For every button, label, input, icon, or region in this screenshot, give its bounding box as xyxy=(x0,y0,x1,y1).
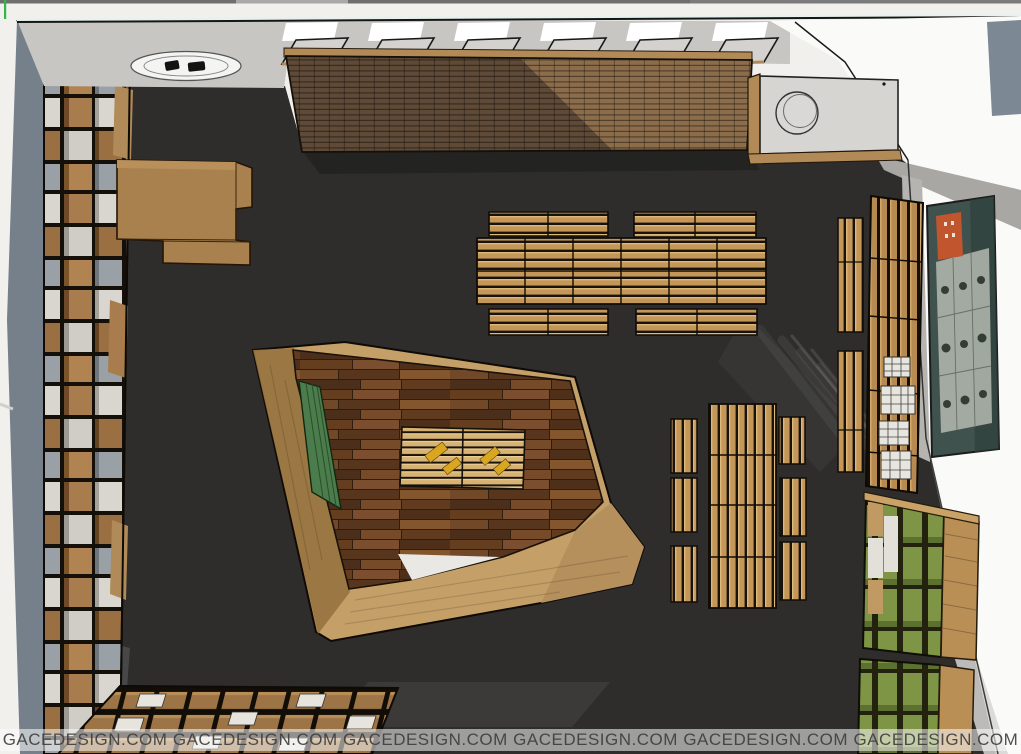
platform-display-table xyxy=(400,427,525,489)
watermark-text: GACEDESIGN.COM xyxy=(853,730,1018,750)
left-shelf-column xyxy=(44,48,133,754)
long-table xyxy=(709,404,776,608)
bench xyxy=(671,546,697,602)
bench xyxy=(489,309,608,335)
sketchup-green-axis xyxy=(4,0,6,22)
poster-red-seal xyxy=(936,212,963,260)
ceiling-light-fixture xyxy=(131,52,241,81)
watermark-text: GACEDESIGN.COM xyxy=(3,730,168,750)
watermark-text: GACEDESIGN.COM xyxy=(683,730,848,750)
bench xyxy=(779,417,805,464)
ceiling-speaker-icon xyxy=(188,61,206,72)
render-canvas: GACEDESIGN.COM GACEDESIGN.COM GACEDESIGN… xyxy=(0,0,1021,754)
bench xyxy=(780,478,806,536)
bench xyxy=(634,212,756,237)
bench xyxy=(489,212,608,236)
utility-cabinet xyxy=(748,74,902,164)
scene-render xyxy=(0,0,1021,754)
wall-bench xyxy=(838,218,863,332)
watermark-text: GACEDESIGN.COM xyxy=(513,730,678,750)
bench xyxy=(780,542,806,600)
long-table xyxy=(477,238,766,304)
watermark-bar: GACEDESIGN.COM GACEDESIGN.COM GACEDESIGN… xyxy=(0,729,1021,751)
wall-bench xyxy=(838,351,863,472)
bench xyxy=(671,478,697,532)
watermark-text: GACEDESIGN.COM xyxy=(343,730,508,750)
bench xyxy=(671,419,697,473)
green-bookshelf xyxy=(858,492,979,754)
left-wall xyxy=(0,19,50,754)
table-group-vertical xyxy=(671,404,806,608)
watermark-text: GACEDESIGN.COM xyxy=(173,730,338,750)
bench xyxy=(636,309,757,335)
corner-opening xyxy=(987,20,1021,116)
wood-canopy xyxy=(284,48,752,152)
wall-poster xyxy=(927,196,999,457)
